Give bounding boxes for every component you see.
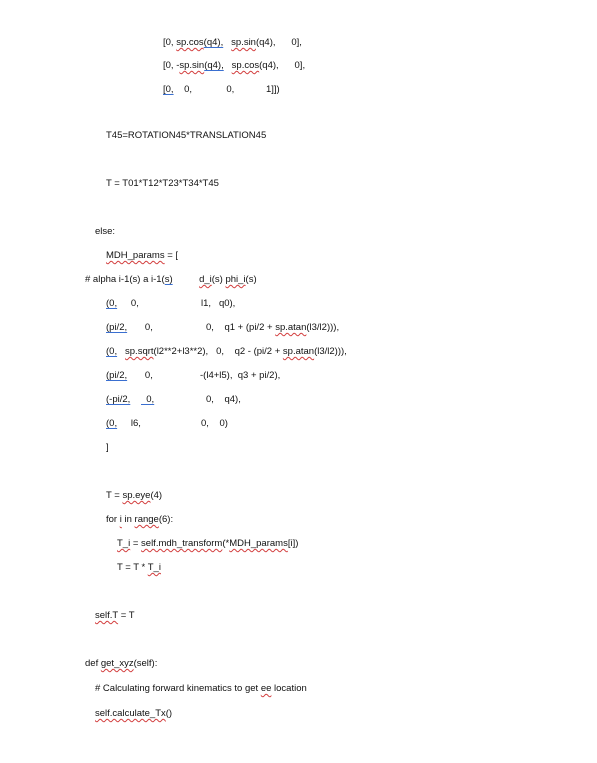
spell-flag: self.mdh_transform [141, 538, 223, 549]
code-line-else: else: [95, 226, 116, 237]
text-run: [0, [163, 37, 177, 48]
text-run [173, 274, 199, 285]
text-run: 0, [137, 370, 153, 381]
grammar-flag: (-pi/2, [106, 394, 131, 405]
code-line-for-loop: for i in range(6): [106, 514, 173, 526]
text-run: 0, q1 + (pi/2 + sp.atan(l3/l2))), [206, 322, 339, 333]
text-run: (l3/l2))), [314, 346, 347, 357]
code-line-calculate-tx: self.calculate_Tx() [95, 708, 172, 720]
code-line-rotation-row1: [0, sp.cos(q4), sp.sin(q4), 0], [163, 37, 302, 49]
code-line-def-get-xyz: def get_xyz(self): [85, 658, 157, 670]
text-run: for [106, 514, 120, 525]
text-run: (s) [211, 274, 226, 285]
text-run: l1, q0), [201, 298, 236, 309]
text-run [223, 37, 231, 48]
text-run: (self): [133, 658, 158, 669]
code-line-self-t: self.T = T [95, 610, 135, 622]
text-run: (l2**2+l3**2), 0, q2 - (pi/2 + [153, 346, 283, 357]
text-run: # Calculating forward kinematics to get [95, 683, 261, 694]
code-line-ti-assign: T_i = self.mdh_transform(*MDH_params[i]) [117, 538, 298, 550]
grammar-flag: (pi/2, [106, 370, 128, 381]
spell-flag: T_i [117, 538, 131, 549]
text-run: (q4), [255, 37, 276, 48]
text-run: 0, [137, 322, 153, 333]
text-run: location [271, 683, 307, 694]
spell-flag: d_i [199, 274, 212, 285]
grammar-flag: (0, [106, 346, 118, 357]
code-line-mdh-row3: (0, sp.sqrt(l2**2+l3**2), 0, q2 - (pi/2 … [106, 346, 347, 358]
spell-flag: range [134, 514, 159, 525]
spell-flag: sp.eye [122, 490, 151, 501]
grammar-flag: s) [164, 274, 173, 285]
spell-flag: T_i [147, 562, 161, 573]
grammar-flag: (q4), [204, 60, 224, 71]
code-line-t-multiply: T = T * T_i [117, 562, 161, 574]
text-run: 0, [123, 298, 139, 309]
code-line-comment-fk: # Calculating forward kinematics to get … [95, 683, 307, 695]
text-run: (s) [245, 274, 257, 285]
code-line-eye: T = sp.eye(4) [106, 490, 162, 502]
text-run: 1]]) [234, 84, 280, 95]
text-run: (q4), [259, 60, 279, 71]
code-line-rotation-row2: [0, -sp.sin(q4), sp.cos(q4), 0], [163, 60, 305, 72]
text-run: in [121, 514, 135, 525]
text-run: T = [106, 490, 123, 501]
text-run [224, 60, 232, 71]
grammar-flag: (0, [106, 418, 118, 429]
text-run: = T [118, 610, 135, 621]
text-run: = [ [164, 250, 179, 261]
text-run: () [165, 708, 173, 719]
text-run: = [130, 538, 142, 549]
code-line-rotation-row3: [0, 0, 0, 1]]) [163, 84, 280, 96]
grammar-flag: 0, [141, 394, 155, 405]
text-run: 0, q4), [206, 394, 241, 405]
grammar-flag: [0, [163, 84, 174, 95]
spell-flag: sp.sin [179, 60, 205, 71]
code-line-comment-header: # alpha i-1(s) a i-1(s) d_i(s) phi_i(s) [85, 274, 257, 286]
spell-flag: sp.atan [282, 346, 315, 357]
spell-flag: ee [260, 683, 272, 694]
text-run: 0, 0) [201, 418, 228, 429]
text-run: [i]) [287, 538, 299, 549]
text-run: 0], [275, 37, 302, 48]
spell-flag: MDH_params [229, 538, 288, 549]
spell-flag: MDH_params [106, 250, 165, 261]
code-line-t45: T45=ROTATION45*TRANSLATION45 [106, 130, 267, 141]
text-run: l6, [123, 418, 141, 429]
text-run: 0, [173, 84, 193, 95]
text-run: 0, q1 + (pi/2 + [206, 322, 276, 333]
text-run: (6): [158, 514, 174, 525]
spell-flag: sp.sin [231, 37, 256, 48]
spell-flag: phi_i [225, 274, 246, 285]
spell-flag: sp.sqrt [125, 346, 154, 357]
grammar-flag: (q4), [203, 37, 224, 48]
text-run: def [85, 658, 101, 669]
text-run: 0], [278, 60, 306, 71]
code-line-close-bracket: ] [106, 442, 109, 453]
spell-flag: sp.cos [176, 37, 204, 48]
spell-flag: get_xyz [100, 658, 134, 669]
spell-flag: sp.cos [231, 60, 260, 71]
spell-flag: self.calculate_Tx [95, 708, 166, 719]
text-run: T = T * [117, 562, 148, 573]
text-run: 0, [192, 84, 235, 95]
spell-flag: self.T [95, 610, 119, 621]
text-run [117, 346, 125, 357]
grammar-flag: (0, [106, 298, 118, 309]
spell-flag: sp.atan [275, 322, 307, 333]
text-run: (4) [150, 490, 163, 501]
grammar-flag: (pi/2, [106, 322, 128, 333]
text-run: -(l4+l5), q3 + pi/2), [200, 370, 281, 381]
text-run: [0, - [163, 60, 180, 71]
text-run: # alpha i-1(s) a i-1( [85, 274, 165, 285]
text-run: (l3/l2))), [306, 322, 340, 333]
code-line-mdh-params: MDH_params = [ [106, 250, 178, 262]
code-line-t-product: T = T01*T12*T23*T34*T45 [106, 178, 219, 189]
